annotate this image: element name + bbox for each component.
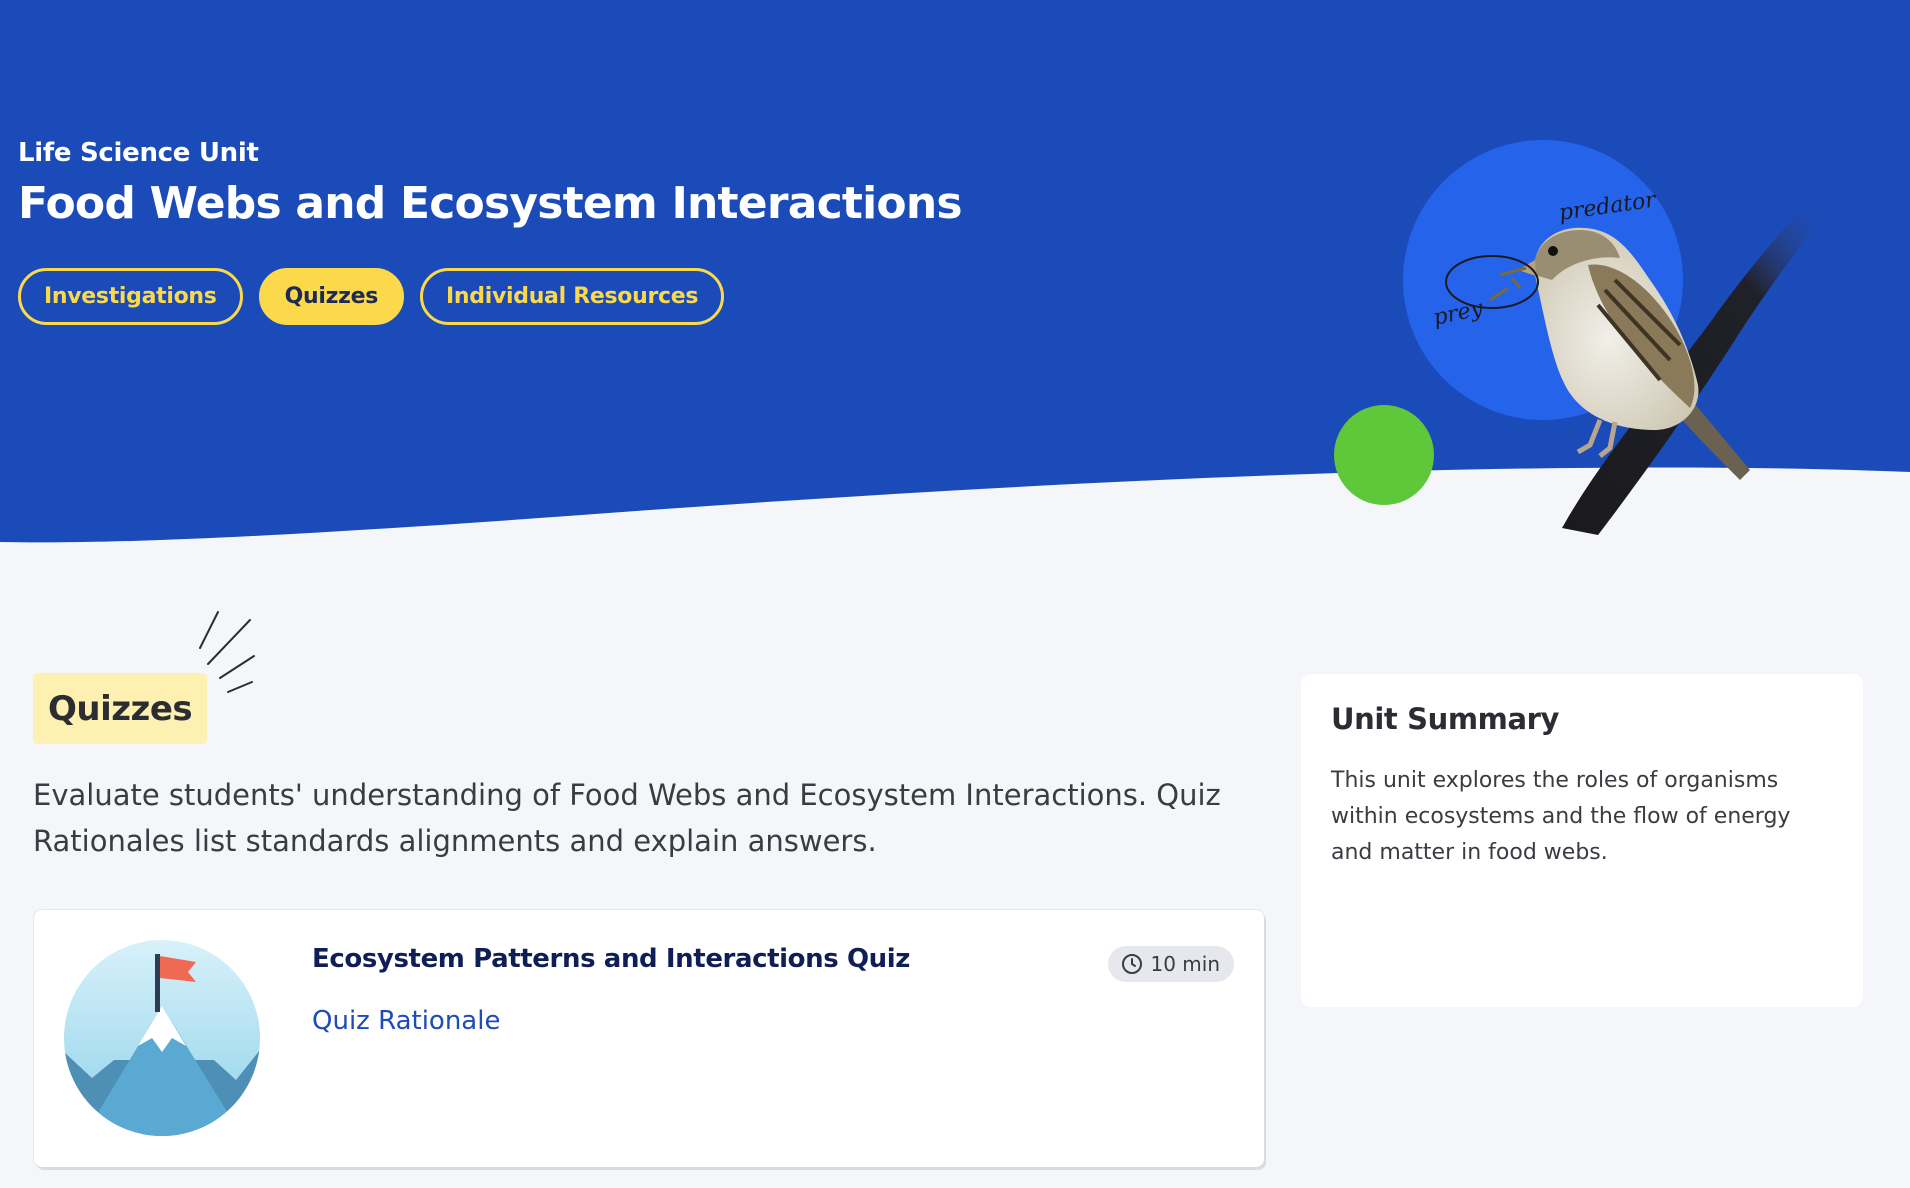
unit-summary-title: Unit Summary (1331, 702, 1560, 736)
tab-individual-resources[interactable]: Individual Resources (420, 268, 725, 325)
section-heading: Quizzes (33, 673, 208, 744)
hero-illustration: predator prey (1334, 140, 1818, 535)
page-title: Food Webs and Ecosystem Interactions (18, 178, 963, 229)
unit-eyebrow: Life Science Unit (18, 138, 259, 168)
section-description: Evaluate students' understanding of Food… (33, 778, 1221, 858)
clock-icon (1122, 954, 1143, 974)
quiz-card[interactable]: Ecosystem Patterns and Interactions Quiz… (34, 910, 1264, 1167)
quiz-title[interactable]: Ecosystem Patterns and Interactions Quiz (312, 944, 910, 974)
page: Life Science Unit Food Webs and Ecosyste… (0, 0, 1910, 1188)
tab-quizzes[interactable]: Quizzes (258, 268, 405, 325)
unit-summary-card: Unit Summary This unit explores the role… (1301, 674, 1863, 1007)
unit-tabs: Investigations Quizzes Individual Resour… (18, 268, 725, 325)
bird-legs (1576, 419, 1618, 458)
tab-investigations[interactable]: Investigations (18, 268, 243, 325)
bird-eye-icon (1548, 246, 1558, 256)
duration-text: 10 min (1150, 952, 1220, 976)
quiz-rationale-link[interactable]: Quiz Rationale (312, 1006, 500, 1036)
mountain-flag-icon (64, 940, 260, 1136)
sparkle-lines-shape (199, 611, 255, 693)
flag-pole (155, 954, 160, 1012)
hero-heading-group: Life Science Unit Food Webs and Ecosyste… (18, 138, 963, 229)
green-dot (1334, 405, 1434, 505)
duration-badge: 10 min (1108, 946, 1234, 982)
unit-summary-body: This unit explores the roles of organism… (1331, 768, 1791, 865)
